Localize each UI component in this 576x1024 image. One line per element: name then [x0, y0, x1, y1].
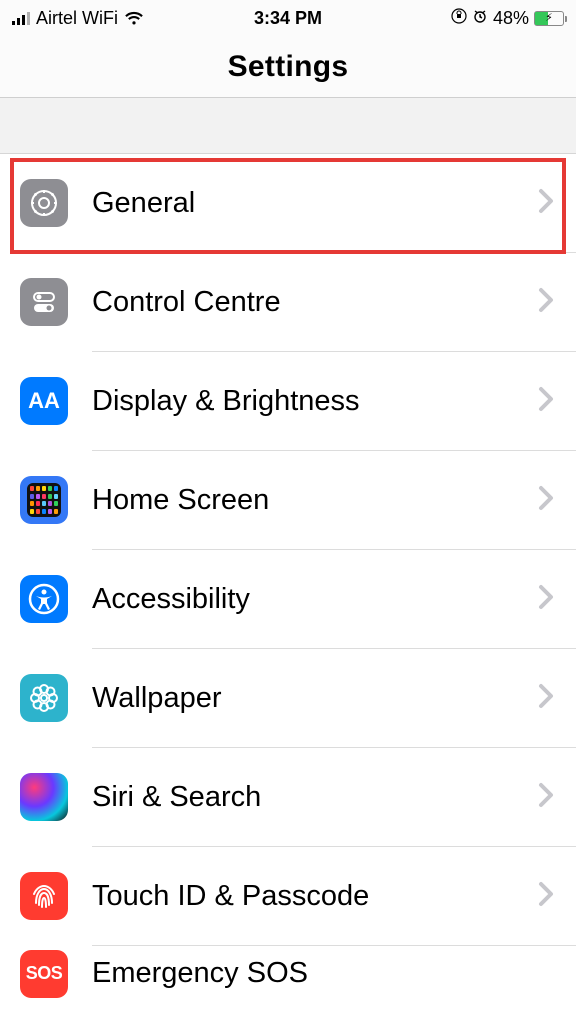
row-touchid-passcode[interactable]: Touch ID & Passcode [0, 847, 576, 945]
chevron-right-icon [538, 782, 554, 813]
row-accessibility[interactable]: Accessibility [0, 550, 576, 648]
row-home-screen[interactable]: Home Screen [0, 451, 576, 549]
chevron-right-icon [538, 683, 554, 714]
row-wallpaper[interactable]: Wallpaper [0, 649, 576, 747]
section-separator [0, 98, 576, 154]
chevron-right-icon [538, 386, 554, 417]
siri-icon [20, 773, 68, 821]
row-label: Touch ID & Passcode [68, 880, 538, 913]
status-time: 3:34 PM [196, 8, 380, 29]
wifi-icon [124, 11, 144, 26]
accessibility-icon [20, 575, 68, 623]
chevron-right-icon [538, 485, 554, 516]
carrier-label: Airtel WiFi [36, 8, 118, 29]
navigation-bar: Settings [0, 36, 576, 98]
sos-label: SOS [26, 963, 63, 984]
battery-icon: ⚡︎ [534, 11, 564, 26]
status-bar: Airtel WiFi 3:34 PM 48% ⚡︎ [0, 0, 576, 36]
row-label: General [68, 187, 538, 220]
chevron-right-icon [538, 881, 554, 912]
row-label: Display & Brightness [68, 385, 538, 418]
row-label: Control Centre [68, 286, 538, 319]
row-emergency-sos[interactable]: SOS Emergency SOS [0, 946, 576, 1001]
status-left: Airtel WiFi [12, 8, 196, 29]
home-screen-icon [20, 476, 68, 524]
flower-icon [20, 674, 68, 722]
switches-icon [20, 278, 68, 326]
row-siri-search[interactable]: Siri & Search [0, 748, 576, 846]
page-title: Settings [228, 50, 349, 84]
status-right: 48% ⚡︎ [380, 8, 564, 29]
settings-list: General Control Centre AA Display & Brig… [0, 154, 576, 1001]
row-label: Home Screen [68, 484, 538, 517]
cellular-signal-icon [12, 11, 30, 25]
aa-label: AA [28, 388, 60, 414]
row-control-centre[interactable]: Control Centre [0, 253, 576, 351]
gear-icon [20, 179, 68, 227]
orientation-lock-icon [451, 8, 467, 29]
battery-percentage: 48% [493, 8, 529, 29]
text-size-icon: AA [20, 377, 68, 425]
sos-icon: SOS [20, 950, 68, 998]
alarm-icon [472, 8, 488, 29]
row-label: Siri & Search [68, 781, 538, 814]
row-general[interactable]: General [0, 154, 576, 252]
row-display-brightness[interactable]: AA Display & Brightness [0, 352, 576, 450]
chevron-right-icon [538, 287, 554, 318]
fingerprint-icon [20, 872, 68, 920]
row-label: Accessibility [68, 583, 538, 616]
row-label: Emergency SOS [68, 957, 554, 990]
chevron-right-icon [538, 584, 554, 615]
chevron-right-icon [538, 188, 554, 219]
charging-icon: ⚡︎ [535, 12, 563, 24]
row-label: Wallpaper [68, 682, 538, 715]
